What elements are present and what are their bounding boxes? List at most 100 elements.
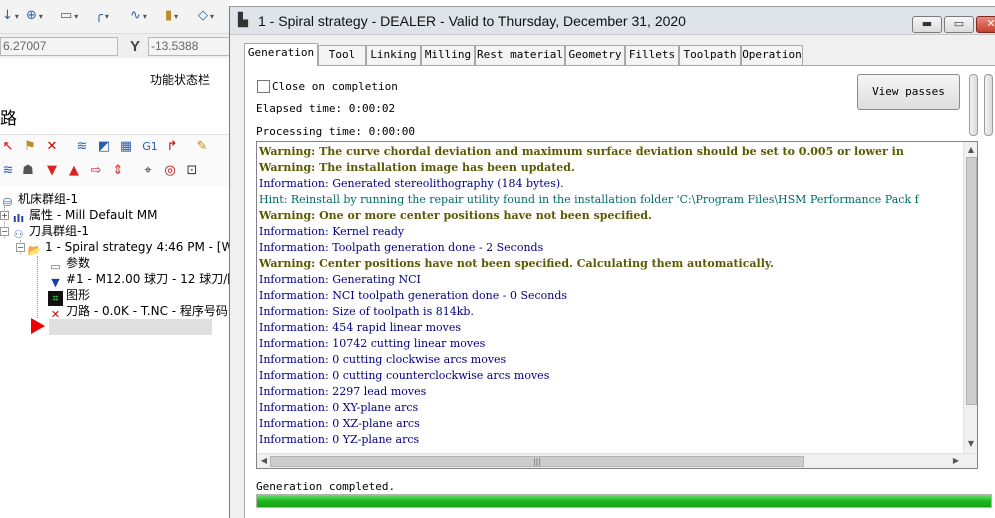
move-insert-icon[interactable]: ⇕: [110, 163, 126, 179]
point-tool-button[interactable]: ⊕ ▾: [26, 6, 43, 26]
tree-label: 刀路 - 0.0K - T.NC - 程序号码 0: [66, 304, 240, 318]
select-failed-icon[interactable]: ⚑: [22, 139, 38, 155]
x-coordinate-field[interactable]: 6.27007: [0, 37, 118, 56]
log-line-info: Information: 454 rapid linear moves: [259, 321, 461, 334]
post-lock-icon[interactable]: ☗: [20, 163, 36, 179]
panel-title: 路: [0, 109, 17, 129]
scroll-left-icon[interactable]: ◀: [258, 455, 270, 467]
tab-geometry[interactable]: Geometry: [565, 45, 625, 65]
high-feed-icon[interactable]: ↱: [164, 139, 180, 155]
tree-label: 机床群组-1: [18, 192, 78, 206]
close-button[interactable]: ✕: [976, 16, 995, 33]
minimize-button[interactable]: ▬: [912, 16, 942, 33]
log-line-info: Information: Generated stereolithography…: [259, 177, 564, 190]
elapsed-time-text: Elapsed time: 0:00:02: [256, 102, 396, 115]
toggle-display-icon[interactable]: ≋: [0, 163, 16, 179]
collapse-minus-icon[interactable]: −: [0, 227, 9, 236]
tree-item-toolpath-group[interactable]: − ⚇ 刀具群组-1: [0, 223, 89, 241]
log-line-info: Information: NCI toolpath generation don…: [259, 289, 568, 302]
collapse-minus-icon[interactable]: −: [16, 243, 25, 252]
tree-item-machine-group[interactable]: ⛁ 机床群组-1: [0, 191, 78, 209]
tab-milling[interactable]: Milling: [421, 45, 475, 65]
close-on-completion-checkbox[interactable]: [257, 80, 270, 93]
expand-plus-icon[interactable]: +: [0, 211, 9, 220]
generation-log[interactable]: Warning: The curve chordal deviation and…: [256, 141, 978, 469]
move-up-icon[interactable]: ▲: [66, 163, 82, 179]
panel-splitter-handle[interactable]: [984, 74, 993, 136]
log-line-info: Information: 0 cutting counterclockwise …: [259, 369, 550, 382]
log-line-info: Information: 0 cutting clockwise arcs mo…: [259, 353, 507, 366]
log-lines: Warning: The curve chordal deviation and…: [259, 144, 964, 454]
log-line-info: Information: 0 YZ-plane arcs: [259, 433, 420, 446]
simulate-icon[interactable]: ▦: [118, 139, 134, 155]
insert-arrow-icon[interactable]: ⇨: [88, 163, 104, 179]
y-coordinate-field[interactable]: -13.5388: [148, 37, 230, 56]
horizontal-scroll-thumb[interactable]: |||: [270, 456, 804, 467]
select-all-icon[interactable]: ↖: [0, 139, 16, 155]
tab-fillets[interactable]: Fillets: [625, 45, 679, 65]
generation-status-text: Generation completed.: [256, 480, 396, 493]
tree-label: 图形: [66, 288, 91, 302]
scroll-right-icon[interactable]: ▶: [950, 455, 962, 467]
arc-tool-button[interactable]: ╭ ▾: [95, 6, 109, 26]
log-line-info: Information: Size of toolpath is 814kb.: [259, 305, 474, 318]
transform-tool-button[interactable]: ◇ ▾: [198, 6, 214, 26]
log-horizontal-scrollbar[interactable]: ◀ ||| ▶: [257, 453, 977, 468]
generation-dialog: ▙ 1 - Spiral strategy - DEALER - Valid t…: [229, 6, 995, 518]
hsm-app-icon: ▙: [238, 13, 248, 28]
lock-icon[interactable]: ✎: [194, 139, 210, 155]
log-line-warning: Warning: Center positions have not been …: [259, 257, 774, 270]
vertical-scroll-thumb[interactable]: [966, 157, 977, 405]
tree-item-parameters[interactable]: ▭ 参数: [48, 255, 91, 273]
scroll-up-icon[interactable]: ▲: [965, 144, 977, 156]
log-line-warning: Warning: One or more center positions ha…: [259, 209, 652, 222]
tree-label: 属性 - Mill Default MM: [29, 208, 158, 222]
view-passes-button[interactable]: View passes: [857, 74, 960, 110]
snap-dropdown-button[interactable]: ↓ ▾: [2, 6, 19, 26]
backplot-icon[interactable]: ≋: [74, 139, 90, 155]
select-entities-icon[interactable]: ⌖: [140, 163, 156, 179]
tree-item-toolpath[interactable]: ✕ 刀路 - 0.0K - T.NC - 程序号码 0: [48, 303, 240, 321]
status-bar-label[interactable]: 功能状态栏: [150, 71, 210, 88]
panel-splitter-handle[interactable]: [969, 74, 978, 136]
rectangle-tool-button[interactable]: ▭ ▾: [60, 6, 78, 26]
tree-label: 刀具群组-1: [29, 224, 89, 238]
main-toolbar: ↓ ▾ ⊕ ▾ ▭ ▾ ╭ ▾ ∿ ▾ ▮ ▾ ◇ ▾: [0, 0, 230, 34]
maximize-button[interactable]: ▭: [944, 16, 974, 33]
processing-time-text: Processing time: 0:00:00: [256, 125, 415, 138]
regenerate-icon[interactable]: ✕: [44, 139, 60, 155]
log-line-info: Information: Kernel ready: [259, 225, 405, 238]
log-line-warning: Warning: The installation image has been…: [259, 161, 575, 174]
tab-operation[interactable]: Operation: [741, 45, 803, 65]
tree-label: #1 - M12.00 球刀 - 12 球刀/圆鼻: [66, 272, 252, 286]
zoom-icon[interactable]: ⊡: [184, 163, 200, 179]
post-g1-icon[interactable]: G1: [140, 139, 160, 155]
tree-item-geometry[interactable]: ⌗ 图形: [48, 287, 91, 306]
log-line-warning: Warning: The curve chordal deviation and…: [259, 145, 904, 158]
log-line-info: Information: Toolpath generation done - …: [259, 241, 544, 254]
tab-strip: Generation Tool Linking Milling Rest mat…: [244, 43, 995, 66]
log-line-info: Information: 0 XZ-plane arcs: [259, 417, 420, 430]
move-down-icon[interactable]: ▼: [44, 163, 60, 179]
tree-label: 参数: [66, 256, 91, 270]
tab-toolpath[interactable]: Toolpath: [679, 45, 741, 65]
scroll-down-icon[interactable]: ▼: [965, 438, 977, 450]
log-vertical-scrollbar[interactable]: ▲ ▼: [963, 142, 977, 453]
tab-linking[interactable]: Linking: [366, 45, 421, 65]
tree-item-properties[interactable]: + ılı 属性 - Mill Default MM: [0, 207, 158, 225]
insert-arrow-marker[interactable]: [31, 318, 45, 334]
close-on-completion-label[interactable]: Close on completion: [272, 80, 398, 93]
tree-item-tool[interactable]: ▼ #1 - M12.00 球刀 - 12 球刀/圆鼻: [48, 271, 252, 289]
spline-tool-button[interactable]: ∿ ▾: [130, 6, 147, 26]
solid-tool-button[interactable]: ▮ ▾: [165, 6, 178, 26]
tab-generation[interactable]: Generation: [244, 43, 318, 66]
verify-icon[interactable]: ◩: [96, 139, 112, 155]
dialog-titlebar[interactable]: ▙ 1 - Spiral strategy - DEALER - Valid t…: [230, 7, 995, 35]
insert-position-bar: [49, 319, 212, 335]
generation-tab-panel: Close on completion Elapsed time: 0:00:0…: [244, 65, 995, 518]
log-line-info: Information: 10742 cutting linear moves: [259, 337, 486, 350]
tab-rest-material[interactable]: Rest material: [475, 45, 565, 65]
log-line-hint: Hint: Reinstall by running the repair ut…: [259, 193, 919, 206]
tab-tool[interactable]: Tool: [318, 45, 366, 65]
view-only-icon[interactable]: ◎: [162, 163, 178, 179]
